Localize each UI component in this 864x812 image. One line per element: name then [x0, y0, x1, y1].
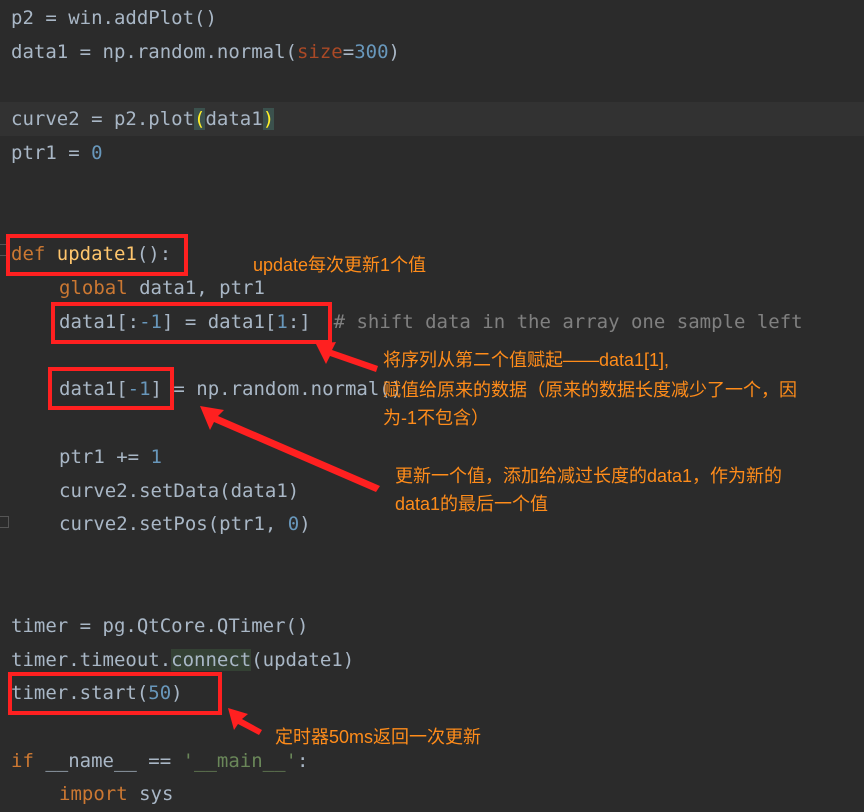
annotation-timer: 定时器50ms返回一次更新: [275, 727, 482, 747]
arrow-last-value: [200, 406, 380, 492]
annotation-shift-line3: 为-1不包含）: [383, 408, 490, 428]
arrow-shift: [316, 342, 378, 372]
annotation-newvalue-line2: data1的最后一个值: [395, 494, 549, 514]
annotation-shift-line1: 将序列从第二个值赋起——data1[1],: [383, 350, 670, 370]
annotation-update: update每次更新1个值: [253, 255, 427, 275]
annotation-shift-line2: 赋值给原来的数据（原来的数据长度减少了一个，因: [383, 380, 797, 400]
annotation-newvalue-line1: 更新一个值，添加给减过长度的data1，作为新的: [395, 466, 783, 486]
arrow-timer: [228, 708, 262, 735]
